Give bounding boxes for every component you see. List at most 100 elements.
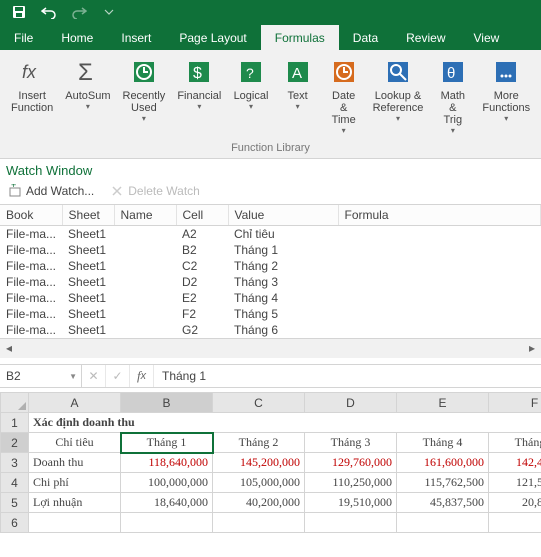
cell-C3[interactable]: 145,200,000 <box>213 453 305 473</box>
cell-A3[interactable]: Doanh thu <box>29 453 121 473</box>
cell-C4[interactable]: 105,000,000 <box>213 473 305 493</box>
cell-A1[interactable]: Xác định doanh thu <box>29 413 541 433</box>
cell-E4[interactable]: 115,762,500 <box>397 473 489 493</box>
watch-col-name[interactable]: Name <box>114 205 176 226</box>
svg-text:Σ: Σ <box>78 59 93 86</box>
cell-B5[interactable]: 18,640,000 <box>121 493 213 513</box>
logical-button[interactable]: ?Logical▾ <box>230 54 271 138</box>
autosum-button[interactable]: ΣAutoSum▾ <box>62 54 113 138</box>
col-header-A[interactable]: A <box>29 393 121 413</box>
tab-formulas[interactable]: Formulas <box>261 25 339 50</box>
col-header-D[interactable]: D <box>305 393 397 413</box>
cell-B3[interactable]: 118,640,000 <box>121 453 213 473</box>
text-button[interactable]: AText▾ <box>278 54 318 138</box>
chevron-down-icon: ▾ <box>142 115 146 124</box>
more-functions-button[interactable]: More Functions▾ <box>479 54 533 138</box>
watch-col-cell[interactable]: Cell <box>176 205 228 226</box>
cell-F6[interactable] <box>489 513 541 533</box>
cell-E5[interactable]: 45,837,500 <box>397 493 489 513</box>
formula-input[interactable]: Tháng 1 <box>154 365 541 387</box>
recently-used-button[interactable]: Recently Used▾ <box>119 54 168 138</box>
tab-insert[interactable]: Insert <box>107 25 165 50</box>
col-header-B[interactable]: B <box>121 393 213 413</box>
cell-A6[interactable] <box>29 513 121 533</box>
chevron-down-icon: ▾ <box>296 103 300 112</box>
insert-function-icon: fx <box>16 56 48 88</box>
watch-row[interactable]: File-ma...Sheet1F2Tháng 5 <box>0 306 541 322</box>
cell-B6[interactable] <box>121 513 213 533</box>
cell-B4[interactable]: 100,000,000 <box>121 473 213 493</box>
row-header-3[interactable]: 3 <box>1 453 29 473</box>
cell-F3[interactable]: 142,400,000 <box>489 453 541 473</box>
tab-page-layout[interactable]: Page Layout <box>165 25 260 50</box>
cell-A4[interactable]: Chi phí <box>29 473 121 493</box>
select-all-corner[interactable] <box>1 393 29 413</box>
delete-watch-label: Delete Watch <box>128 184 200 198</box>
watch-row[interactable]: File-ma...Sheet1C2Tháng 2 <box>0 258 541 274</box>
math-trig-icon: θ <box>437 56 469 88</box>
watch-col-formula[interactable]: Formula <box>338 205 540 226</box>
col-header-C[interactable]: C <box>213 393 305 413</box>
watch-col-book[interactable]: Book <box>0 205 62 226</box>
cell-D4[interactable]: 110,250,000 <box>305 473 397 493</box>
cell-C2[interactable]: Tháng 2 <box>213 433 305 453</box>
scroll-left-button[interactable]: ◂ <box>0 339 18 357</box>
add-watch-icon: + <box>8 184 22 198</box>
watch-row[interactable]: File-ma...Sheet1A2Chỉ tiêu <box>0 226 541 243</box>
chevron-down-icon: ▾ <box>249 103 253 112</box>
col-header-F[interactable]: F <box>489 393 541 413</box>
chevron-down-icon: ▼ <box>69 372 77 381</box>
name-box[interactable]: B2 ▼ <box>0 365 82 387</box>
tab-review[interactable]: Review <box>392 25 459 50</box>
watch-col-sheet[interactable]: Sheet <box>62 205 114 226</box>
financial-button[interactable]: $Financial▾ <box>174 54 224 138</box>
row-header-6[interactable]: 6 <box>1 513 29 533</box>
cell-C5[interactable]: 40,200,000 <box>213 493 305 513</box>
chevron-down-icon: ▾ <box>342 127 346 136</box>
insert-function-button[interactable]: fxInsert Function <box>8 54 56 138</box>
cell-A5[interactable]: Lợi nhuận <box>29 493 121 513</box>
cell-E2[interactable]: Tháng 4 <box>397 433 489 453</box>
watch-col-value[interactable]: Value <box>228 205 338 226</box>
cell-D6[interactable] <box>305 513 397 533</box>
watch-row[interactable]: File-ma...Sheet1G2Tháng 6 <box>0 322 541 338</box>
undo-button[interactable] <box>36 1 62 23</box>
cell-F4[interactable]: 121,550,625 <box>489 473 541 493</box>
lookup-reference-button[interactable]: Lookup & Reference▾ <box>370 54 426 138</box>
cell-E6[interactable] <box>397 513 489 533</box>
insert-function-fx-button[interactable]: fx <box>130 365 154 387</box>
cell-C6[interactable] <box>213 513 305 533</box>
cell-E3[interactable]: 161,600,000 <box>397 453 489 473</box>
date-time-button[interactable]: Date & Time▾ <box>324 54 364 138</box>
watch-row[interactable]: File-ma...Sheet1B2Tháng 1 <box>0 242 541 258</box>
row-header-5[interactable]: 5 <box>1 493 29 513</box>
cell-A2[interactable]: Chỉ tiêu <box>29 433 121 453</box>
row-header-2[interactable]: 2 <box>1 433 29 453</box>
tab-file[interactable]: File <box>0 25 47 50</box>
cell-D2[interactable]: Tháng 3 <box>305 433 397 453</box>
watch-row[interactable]: File-ma...Sheet1E2Tháng 4 <box>0 290 541 306</box>
row-header-1[interactable]: 1 <box>1 413 29 433</box>
math-trig-button[interactable]: θMath & Trig▾ <box>432 54 473 138</box>
watch-row[interactable]: File-ma...Sheet1D2Tháng 3 <box>0 274 541 290</box>
spreadsheet-grid[interactable]: ABCDEF 1Xác định doanh thu2Chỉ tiêuTháng… <box>0 392 541 533</box>
redo-button[interactable] <box>66 1 92 23</box>
date-time-icon <box>328 56 360 88</box>
add-watch-label: Add Watch... <box>26 184 94 198</box>
save-button[interactable] <box>6 1 32 23</box>
add-watch-button[interactable]: + Add Watch... <box>4 182 98 200</box>
tab-home[interactable]: Home <box>47 25 107 50</box>
customize-qat-button[interactable] <box>96 1 122 23</box>
cell-F5[interactable]: 20,849,375 <box>489 493 541 513</box>
watch-window-scrollbar[interactable]: ◂ ▸ <box>0 338 541 358</box>
scroll-right-button[interactable]: ▸ <box>523 339 541 357</box>
cell-D3[interactable]: 129,760,000 <box>305 453 397 473</box>
col-header-E[interactable]: E <box>397 393 489 413</box>
tab-view[interactable]: View <box>460 25 514 50</box>
tab-data[interactable]: Data <box>339 25 392 50</box>
row-header-4[interactable]: 4 <box>1 473 29 493</box>
cell-D5[interactable]: 19,510,000 <box>305 493 397 513</box>
cell-F2[interactable]: Tháng 5 <box>489 433 541 453</box>
cell-B2[interactable]: Tháng 1 <box>121 433 213 453</box>
save-icon <box>12 5 26 19</box>
